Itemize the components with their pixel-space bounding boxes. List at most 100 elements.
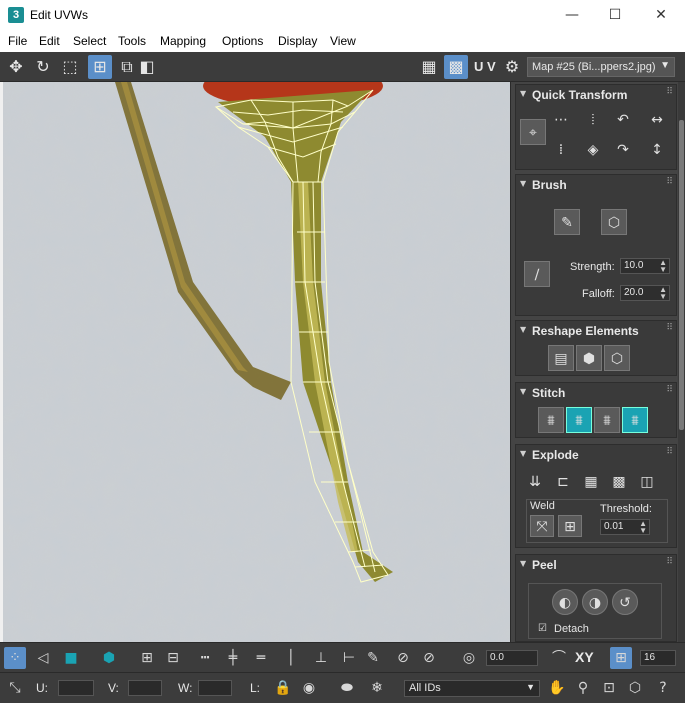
element-select-icon[interactable]: ⬢ [98, 647, 120, 669]
relax-icon[interactable]: ◈ [580, 137, 606, 163]
edge-select-icon[interactable]: ◁ [32, 647, 54, 669]
v-field[interactable] [128, 680, 162, 696]
grid-snap-icon[interactable]: ⊞ [610, 647, 632, 669]
pin-edge-icon[interactable]: ⊢ [338, 647, 360, 669]
grow-selection-icon[interactable]: ⊞ [136, 647, 158, 669]
panel-scrollbar-thumb[interactable] [679, 120, 684, 430]
weld-selected-icon[interactable]: ⤧ [530, 515, 554, 537]
detach-edge-verts-icon[interactable]: ⊏ [550, 469, 576, 495]
strength-spinner[interactable]: 10.0 ▲ ▼ [620, 258, 670, 274]
absolute-mode-icon[interactable]: ⤡ [4, 677, 26, 699]
paint-select-icon[interactable]: ✎ [362, 647, 384, 669]
menu-tools[interactable]: Tools [118, 34, 146, 48]
detach-checkbox[interactable]: ☑ [538, 623, 547, 634]
spinner-arrows-icon[interactable]: ▲ ▼ [659, 286, 667, 301]
paint-shrink-icon[interactable]: ⊘ [418, 647, 440, 669]
soft-selection-icon[interactable]: ◎ [458, 647, 480, 669]
help-icon[interactable]: ? [652, 677, 674, 699]
weld-target-icon[interactable]: ⊞ [558, 515, 582, 537]
align-vertical-icon[interactable]: ⦙ [580, 107, 606, 133]
peel-mode-icon[interactable]: ◑ [582, 589, 608, 615]
ids-filter-select[interactable]: All IDs ▼ [404, 680, 540, 697]
menu-view[interactable]: View [330, 34, 356, 48]
ring-icon[interactable]: ╪ [222, 647, 244, 669]
zoom-icon[interactable]: ⚲ [572, 677, 594, 699]
falloff-spinner[interactable]: 20.0 ▲ ▼ [620, 285, 670, 301]
u-field[interactable] [58, 680, 94, 696]
rollout-header[interactable]: ▼ Stitch ⠿ [516, 383, 676, 403]
checker-icon[interactable]: ▦ [417, 55, 441, 79]
straighten-icon[interactable]: ⁞ [548, 137, 574, 163]
menu-select[interactable]: Select [73, 34, 106, 48]
rotate-cw-icon[interactable]: ↷ [610, 137, 636, 163]
relax-elements-icon[interactable]: ⬢ [576, 345, 602, 371]
rollout-header[interactable]: ▼ Peel ⠿ [516, 555, 676, 575]
flatten-by-polygon-icon[interactable]: ▦ [578, 469, 604, 495]
space-vertical-icon[interactable]: ↕ [644, 137, 670, 163]
straighten-selection-icon[interactable]: ▤ [548, 345, 574, 371]
polygon-select-icon[interactable]: ■ [60, 647, 82, 669]
texture-settings-icon[interactable]: ⚙ [500, 55, 524, 79]
scale-icon[interactable]: ⬚ [58, 55, 82, 79]
rotate-ccw-icon[interactable]: ↶ [610, 107, 636, 133]
drag-grip-icon[interactable]: ⠿ [666, 323, 673, 333]
drag-grip-icon[interactable]: ⠿ [666, 557, 673, 567]
loop-grow-icon[interactable]: ═ [250, 647, 272, 669]
shade-icon[interactable]: ⬬ [336, 677, 358, 699]
menu-mapping[interactable]: Mapping [160, 34, 206, 48]
pin-icon[interactable]: ⊥ [310, 647, 332, 669]
menu-options[interactable]: Options [222, 34, 263, 48]
rollout-header[interactable]: ▼ Quick Transform ⠿ [516, 85, 676, 105]
flatten-by-material-icon[interactable]: ◫ [634, 469, 660, 495]
paint-grow-icon[interactable]: ⊘ [392, 647, 414, 669]
rotate-icon[interactable]: ↻ [31, 55, 55, 79]
spinner-arrows-icon[interactable]: ▲ ▼ [639, 520, 647, 535]
move-icon[interactable]: ✥ [4, 55, 28, 79]
reset-peel-icon[interactable]: ↺ [612, 589, 638, 615]
maximize-button[interactable]: ☐ [592, 0, 638, 30]
flip-icon[interactable]: ◧ [135, 55, 159, 79]
stitch-average-icon[interactable]: ⩩ [594, 407, 620, 433]
lock-icon[interactable]: 🔒 [272, 677, 294, 699]
angle-field[interactable]: 0.0 [486, 650, 538, 666]
xy-axis-label[interactable]: XY [575, 649, 594, 665]
quick-peel-icon[interactable]: ◐ [552, 589, 578, 615]
rollout-header[interactable]: ▼ Brush ⠿ [516, 175, 676, 195]
threshold-spinner[interactable]: 0.01 ▲ ▼ [600, 519, 650, 535]
drag-grip-icon[interactable]: ⠿ [666, 447, 673, 457]
flatten-by-smoothing-icon[interactable]: ▩ [606, 469, 632, 495]
uv-axis-label[interactable]: U V [474, 59, 496, 74]
pan-icon[interactable]: ✋ [546, 677, 568, 699]
zoom-region-icon[interactable]: ⊡ [598, 677, 620, 699]
rectify-icon[interactable]: ⬡ [604, 345, 630, 371]
drag-grip-icon[interactable]: ⠿ [666, 87, 673, 97]
menu-file[interactable]: File [8, 34, 27, 48]
stitch-to-target-icon[interactable]: ⩩ [566, 407, 592, 433]
edge-loop-icon[interactable]: │ [280, 647, 302, 669]
menu-display[interactable]: Display [278, 34, 317, 48]
zoom-extents-icon[interactable]: ⬡ [624, 677, 646, 699]
relax-tool-icon[interactable]: ⬡ [601, 209, 627, 235]
w-field[interactable] [198, 680, 232, 696]
stitch-to-source-icon[interactable]: ⩩ [622, 407, 648, 433]
map-selector[interactable]: Map #25 (Bi...ppers2.jpg) ▼ [527, 57, 675, 77]
paint-move-icon[interactable]: ✎ [554, 209, 580, 235]
visibility-icon[interactable]: ◉ [298, 677, 320, 699]
checker-teal-icon[interactable]: ▩ [444, 55, 468, 79]
spinner-arrows-icon[interactable]: ▲ ▼ [659, 259, 667, 274]
shrink-selection-icon[interactable]: ⊟ [162, 647, 184, 669]
space-horizontal-icon[interactable]: ↔ [644, 107, 670, 133]
stitch-custom-icon[interactable]: ⩩ [538, 407, 564, 433]
falloff-curve-icon[interactable]: ⌒ [548, 647, 570, 669]
uv-viewport[interactable] [3, 82, 510, 642]
break-icon[interactable]: ⇊ [522, 469, 548, 495]
rollout-header[interactable]: ▼ Explode ⠿ [516, 445, 676, 465]
menu-edit[interactable]: Edit [39, 34, 60, 48]
rollout-header[interactable]: ▼ Reshape Elements ⠿ [516, 321, 676, 341]
freeze-icon[interactable]: ❄ [366, 677, 388, 699]
align-horizontal-icon[interactable]: ⋯ [548, 107, 574, 133]
loop-icon[interactable]: ┅ [194, 647, 216, 669]
falloff-type-icon[interactable]: ∕ [524, 261, 550, 287]
minimize-button[interactable]: — [549, 0, 595, 30]
count-field[interactable]: 16 [640, 650, 676, 666]
